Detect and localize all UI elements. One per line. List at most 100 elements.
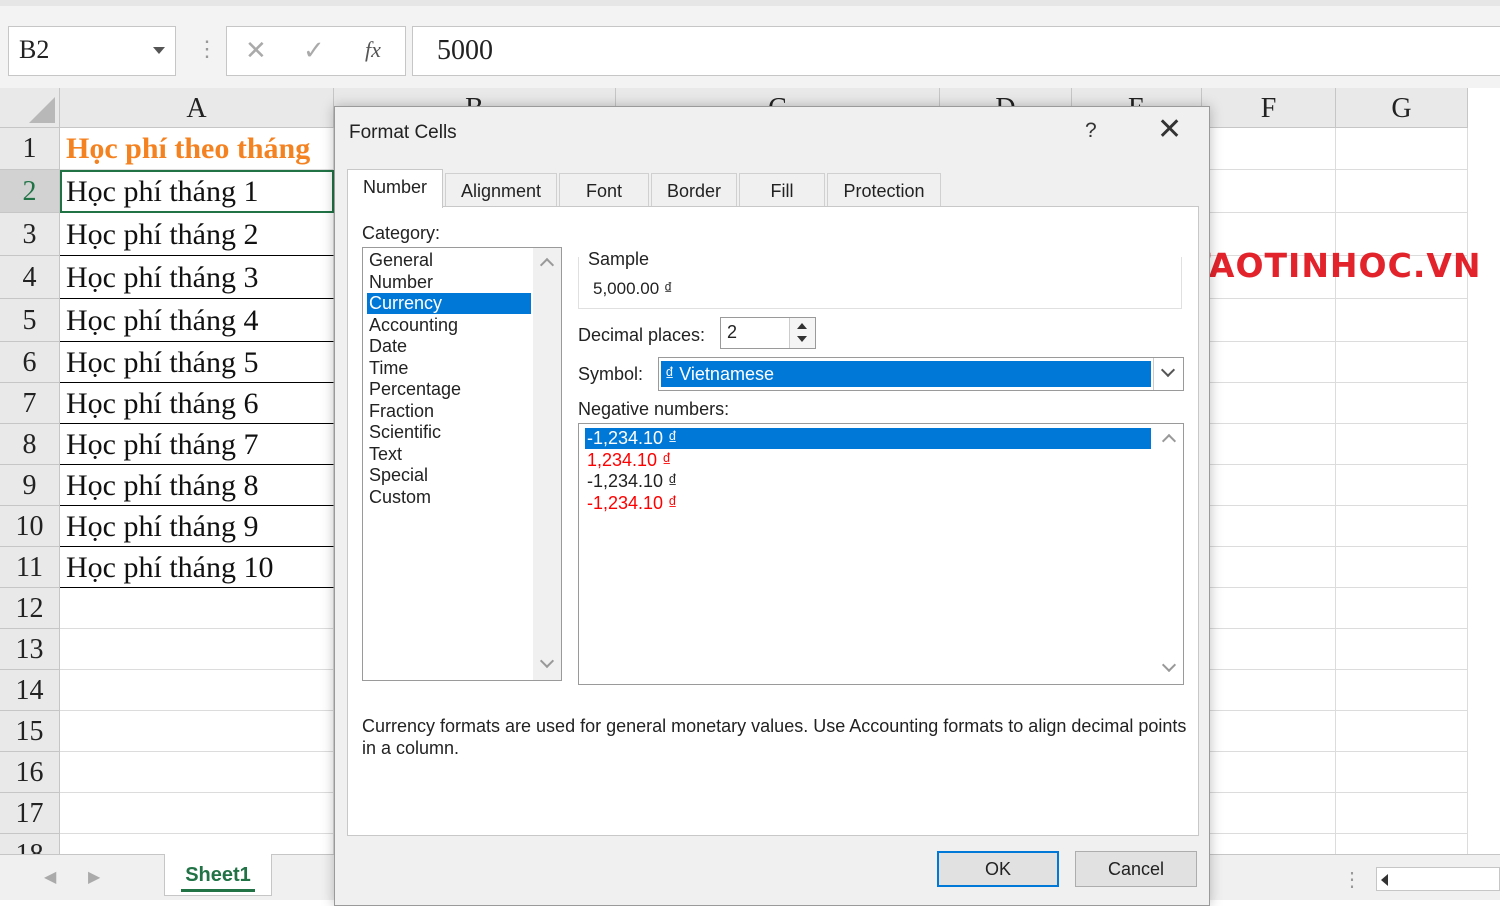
ok-button[interactable]: OK <box>937 851 1059 887</box>
stepper-buttons[interactable] <box>789 318 815 348</box>
cell-a11[interactable]: Học phí tháng 10 <box>60 547 334 588</box>
cell-g11[interactable] <box>1336 547 1468 588</box>
negative-numbers-scrollbar[interactable] <box>1155 424 1183 684</box>
tab-number[interactable]: Number <box>347 169 443 208</box>
row-header-17[interactable]: 17 <box>0 793 60 834</box>
cell-a2[interactable]: Học phí tháng 1 <box>60 170 334 213</box>
cell-a1[interactable]: Học phí theo tháng <box>60 128 334 170</box>
row-header-6[interactable]: 6 <box>0 342 60 383</box>
cell-g8[interactable] <box>1336 424 1468 465</box>
cancel-button[interactable]: Cancel <box>1075 851 1197 887</box>
cell-f8[interactable] <box>1202 424 1336 465</box>
cell-f5[interactable] <box>1202 299 1336 342</box>
category-item[interactable]: Text <box>367 444 531 465</box>
cell-a4[interactable]: Học phí tháng 3 <box>60 256 334 299</box>
cell-a10[interactable]: Học phí tháng 9 <box>60 506 334 547</box>
row-header-1[interactable]: 1 <box>0 128 60 170</box>
negative-option[interactable]: 1,234.10 ₫ <box>585 450 1151 471</box>
category-item[interactable]: Fraction <box>367 401 531 422</box>
row-header-11[interactable]: 11 <box>0 547 60 588</box>
row-header-15[interactable]: 15 <box>0 711 60 752</box>
cell-a16[interactable] <box>60 752 334 793</box>
cell-g16[interactable] <box>1336 752 1468 793</box>
chevron-down-icon[interactable] <box>153 47 165 54</box>
cell-a12[interactable] <box>60 588 334 629</box>
cancel-icon[interactable]: ✕ <box>245 35 267 66</box>
row-header-10[interactable]: 10 <box>0 506 60 547</box>
category-item[interactable]: Scientific <box>367 422 531 443</box>
cell-f14[interactable] <box>1202 670 1336 711</box>
horizontal-scrollbar[interactable] <box>1376 867 1500 891</box>
help-icon[interactable]: ? <box>1085 119 1097 143</box>
cell-g2[interactable] <box>1336 170 1468 213</box>
cell-f12[interactable] <box>1202 588 1336 629</box>
tab-alignment[interactable]: Alignment <box>445 173 557 207</box>
row-header-4[interactable]: 4 <box>0 256 60 299</box>
row-header-2[interactable]: 2 <box>0 170 60 213</box>
row-header-5[interactable]: 5 <box>0 299 60 342</box>
cell-g9[interactable] <box>1336 465 1468 506</box>
row-header-14[interactable]: 14 <box>0 670 60 711</box>
chevron-down-icon[interactable] <box>539 653 555 669</box>
cell-a18[interactable] <box>60 834 334 854</box>
decimal-places-stepper[interactable]: 2 <box>720 317 816 349</box>
cell-a15[interactable] <box>60 711 334 752</box>
category-item[interactable]: Custom <box>367 487 531 508</box>
row-header-9[interactable]: 9 <box>0 465 60 506</box>
cell-f1[interactable] <box>1202 128 1336 170</box>
cell-f11[interactable] <box>1202 547 1336 588</box>
cell-a5[interactable]: Học phí tháng 4 <box>60 299 334 342</box>
row-header-12[interactable]: 12 <box>0 588 60 629</box>
name-box[interactable]: B2 <box>8 26 176 76</box>
cell-g7[interactable] <box>1336 383 1468 424</box>
cell-g5[interactable] <box>1336 299 1468 342</box>
cell-g17[interactable] <box>1336 793 1468 834</box>
cell-f16[interactable] <box>1202 752 1336 793</box>
enter-icon[interactable]: ✓ <box>303 35 325 66</box>
cell-g10[interactable] <box>1336 506 1468 547</box>
cell-g18[interactable] <box>1336 834 1468 854</box>
cell-a17[interactable] <box>60 793 334 834</box>
cell-g15[interactable] <box>1336 711 1468 752</box>
cell-a8[interactable]: Học phí tháng 7 <box>60 424 334 465</box>
cell-g6[interactable] <box>1336 342 1468 383</box>
row-header-18[interactable]: 18 <box>0 834 60 854</box>
row-header-13[interactable]: 13 <box>0 629 60 670</box>
row-header-3[interactable]: 3 <box>0 213 60 256</box>
cell-a9[interactable]: Học phí tháng 8 <box>60 465 334 506</box>
cell-f2[interactable] <box>1202 170 1336 213</box>
cell-g13[interactable] <box>1336 629 1468 670</box>
column-header-g[interactable]: G <box>1336 88 1468 128</box>
cell-f9[interactable] <box>1202 465 1336 506</box>
cell-a6[interactable]: Học phí tháng 5 <box>60 342 334 383</box>
column-header-a[interactable]: A <box>60 88 334 128</box>
scroll-left-arrow-icon[interactable] <box>1381 874 1388 886</box>
category-item[interactable]: Percentage <box>367 379 531 400</box>
category-item-selected[interactable]: Currency <box>367 293 531 314</box>
category-item[interactable]: Special <box>367 465 531 486</box>
category-item[interactable]: Number <box>367 272 531 293</box>
tab-border[interactable]: Border <box>651 173 737 207</box>
chevron-down-icon[interactable] <box>1161 657 1177 673</box>
insert-function-icon[interactable]: fx <box>365 37 381 63</box>
chevron-down-icon[interactable] <box>1160 362 1176 378</box>
scroll-left-icon[interactable]: ◀ <box>44 867 56 887</box>
cell-f17[interactable] <box>1202 793 1336 834</box>
category-item[interactable]: Date <box>367 336 531 357</box>
symbol-dropdown[interactable] <box>1153 358 1183 390</box>
tab-protection[interactable]: Protection <box>827 173 941 207</box>
negative-option[interactable]: -1,234.10 ₫ <box>585 493 1151 514</box>
category-item[interactable]: General <box>367 250 531 271</box>
negative-numbers-list[interactable]: -1,234.10 ₫ 1,234.10 ₫ -1,234.10 ₫ -1,23… <box>578 423 1184 685</box>
cell-a13[interactable] <box>60 629 334 670</box>
cell-g1[interactable] <box>1336 128 1468 170</box>
formula-input[interactable]: 5000 <box>412 26 1500 76</box>
tab-font[interactable]: Font <box>559 173 649 207</box>
category-item[interactable]: Time <box>367 358 531 379</box>
close-icon[interactable]: ✕ <box>1157 115 1182 145</box>
row-header-8[interactable]: 8 <box>0 424 60 465</box>
cell-a14[interactable] <box>60 670 334 711</box>
decrement-icon[interactable] <box>797 336 807 342</box>
category-item[interactable]: Accounting <box>367 315 531 336</box>
cell-a3[interactable]: Học phí tháng 2 <box>60 213 334 256</box>
